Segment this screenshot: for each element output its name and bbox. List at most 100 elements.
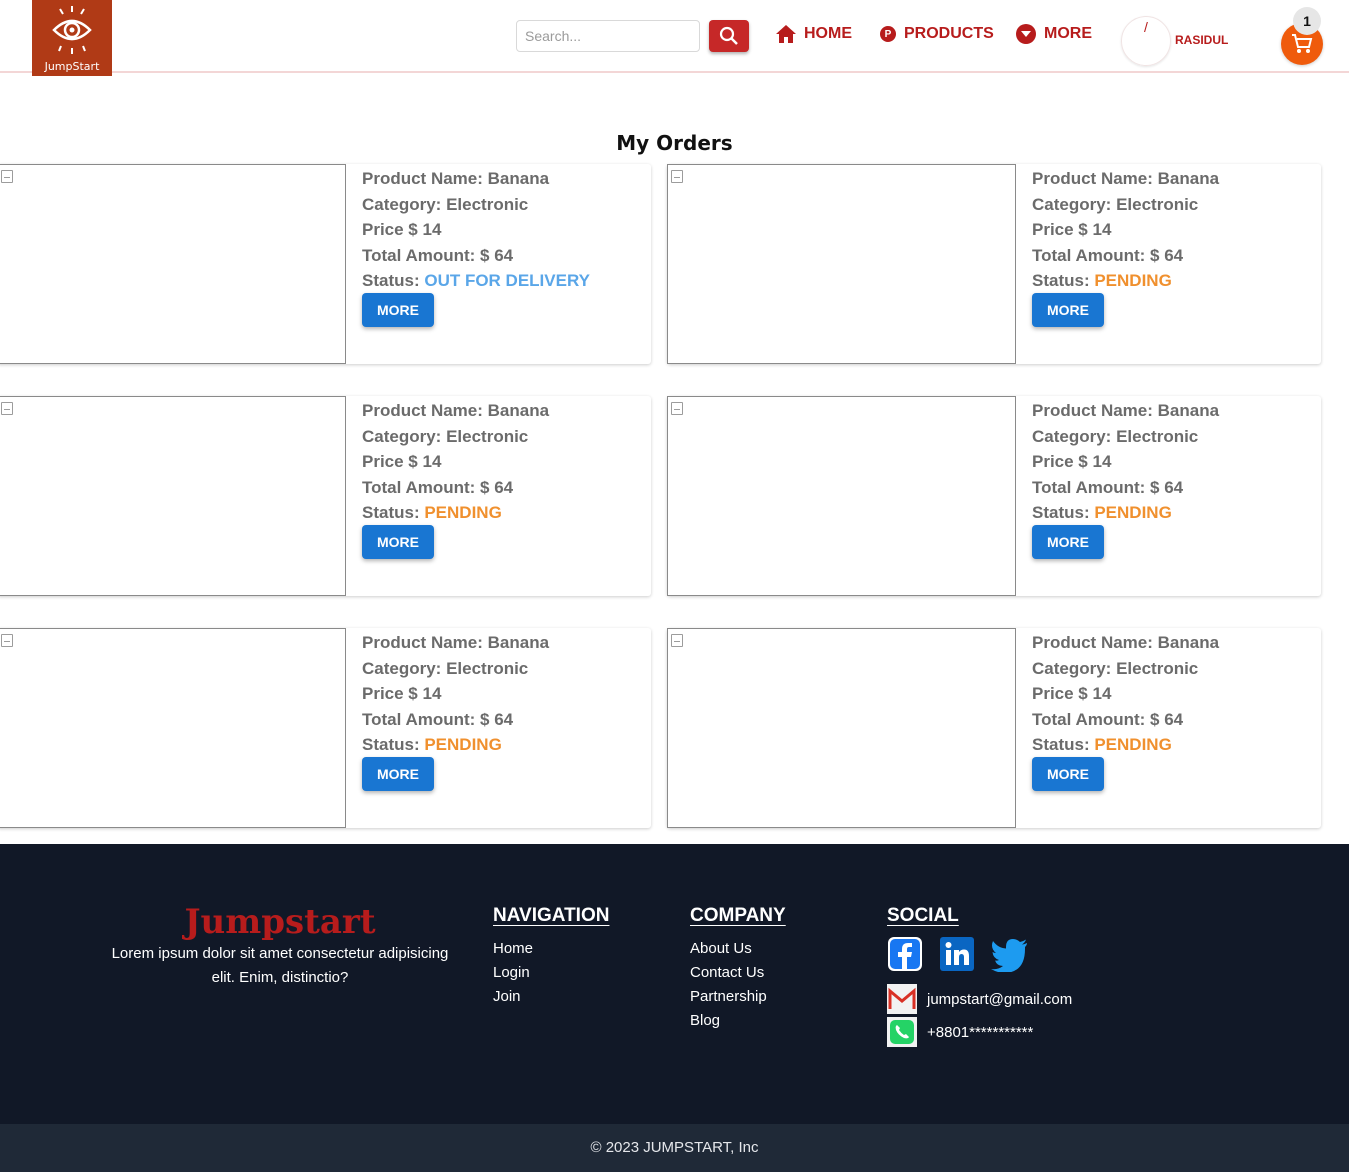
total-amount: Total Amount: $ 64: [362, 709, 514, 729]
product-name: Product Name: Banana: [1032, 401, 1220, 420]
cart-count-badge: 1: [1293, 7, 1321, 35]
facebook-icon[interactable]: [887, 936, 923, 972]
linkedin-icon[interactable]: [939, 936, 975, 972]
product-name: Product Name: Banana: [362, 633, 550, 652]
product-name: Product Name: Banana: [362, 169, 550, 188]
product-category: Category: Electronic: [1032, 426, 1199, 446]
order-status: Status: OUT FOR DELIVERY: [362, 268, 590, 294]
whatsapp-phone-icon: [887, 1017, 917, 1047]
order-card: Product Name: Banana Category: Electroni…: [0, 164, 651, 364]
nav-more[interactable]: MORE: [1016, 22, 1092, 46]
nav-products-label: PRODUCTS: [904, 25, 994, 42]
product-image: [667, 396, 1016, 596]
status-label: Status:: [362, 271, 425, 291]
total-amount: Total Amount: $ 64: [1032, 709, 1184, 729]
footer: Jumpstart Lorem ipsum dolor sit amet con…: [0, 844, 1349, 1124]
dropdown-icon: [1016, 24, 1036, 44]
order-details: Product Name: Banana Category: Electroni…: [1032, 630, 1219, 758]
order-status: Status: PENDING: [362, 500, 549, 526]
product-price: Price $ 14: [362, 684, 442, 704]
status-value: OUT FOR DELIVERY: [424, 271, 590, 291]
status-label: Status:: [1032, 735, 1095, 755]
cart-icon: [1292, 34, 1313, 53]
nav-products[interactable]: P PRODUCTS: [880, 22, 994, 46]
avatar[interactable]: /: [1121, 16, 1171, 66]
footer-link-blog[interactable]: Blog: [690, 1009, 767, 1033]
total-amount: Total Amount: $ 64: [362, 245, 514, 265]
status-label: Status:: [362, 503, 425, 523]
product-name: Product Name: Banana: [362, 401, 550, 420]
nav-home[interactable]: HOME: [776, 22, 852, 46]
total-amount: Total Amount: $ 64: [362, 477, 514, 497]
footer-link-contact[interactable]: Contact Us: [690, 961, 767, 985]
status-label: Status:: [1032, 503, 1095, 523]
footer-link-login[interactable]: Login: [493, 961, 533, 985]
footer-link-partnership[interactable]: Partnership: [690, 985, 767, 1009]
product-price: Price $ 14: [1032, 684, 1112, 704]
broken-image-icon: [1, 634, 13, 647]
phone-contact[interactable]: +8801***********: [887, 1017, 1033, 1047]
navigation-links: Home Login Join: [493, 937, 533, 1009]
social-icons: [887, 936, 1029, 972]
product-price: Price $ 14: [1032, 220, 1112, 240]
twitter-icon[interactable]: [991, 936, 1029, 972]
products-icon: P: [880, 26, 896, 42]
product-name: Product Name: Banana: [1032, 633, 1220, 652]
order-card: Product Name: Banana Category: Electroni…: [0, 396, 651, 596]
order-card: Product Name: Banana Category: Electroni…: [667, 164, 1321, 364]
more-button[interactable]: MORE: [362, 293, 434, 327]
order-details: Product Name: Banana Category: Electroni…: [1032, 398, 1219, 526]
footer-link-about[interactable]: About Us: [690, 937, 767, 961]
search-icon: [719, 26, 738, 45]
page-title: My Orders: [616, 131, 733, 155]
total-amount: Total Amount: $ 64: [1032, 245, 1184, 265]
footer-brand: Jumpstart: [184, 902, 376, 942]
broken-image-icon: [1, 170, 13, 183]
order-details: Product Name: Banana Category: Electroni…: [362, 166, 590, 294]
company-heading: COMPANY: [690, 905, 786, 926]
footer-link-join[interactable]: Join: [493, 985, 533, 1009]
total-amount: Total Amount: $ 64: [1032, 477, 1184, 497]
product-price: Price $ 14: [362, 220, 442, 240]
username[interactable]: RASIDUL: [1175, 33, 1228, 47]
status-value: PENDING: [424, 503, 502, 523]
product-price: Price $ 14: [1032, 452, 1112, 472]
more-button[interactable]: MORE: [1032, 525, 1104, 559]
search-input[interactable]: [516, 20, 700, 52]
status-value: PENDING: [1094, 735, 1172, 755]
footer-link-home[interactable]: Home: [493, 937, 533, 961]
status-label: Status:: [362, 735, 425, 755]
phone-text: +8801***********: [927, 1023, 1034, 1041]
more-button[interactable]: MORE: [1032, 757, 1104, 791]
logo-text: JumpStart: [44, 60, 100, 73]
top-navbar: JumpStart HOME P PRODUCTS MORE / RASIDUL: [0, 0, 1349, 76]
product-category: Category: Electronic: [1032, 658, 1199, 678]
product-category: Category: Electronic: [362, 194, 529, 214]
product-image: [667, 628, 1016, 828]
order-details: Product Name: Banana Category: Electroni…: [362, 630, 549, 758]
status-value: PENDING: [424, 735, 502, 755]
broken-image-icon: [671, 402, 683, 415]
more-button[interactable]: MORE: [362, 525, 434, 559]
product-name: Product Name: Banana: [1032, 169, 1220, 188]
more-button[interactable]: MORE: [362, 757, 434, 791]
product-category: Category: Electronic: [362, 426, 529, 446]
email-text: jumpstart@gmail.com: [927, 990, 1073, 1008]
logo[interactable]: JumpStart: [32, 0, 112, 76]
order-card: Product Name: Banana Category: Electroni…: [667, 628, 1321, 828]
order-details: Product Name: Banana Category: Electroni…: [362, 398, 549, 526]
more-button[interactable]: MORE: [1032, 293, 1104, 327]
broken-image-icon: [1, 402, 13, 415]
social-heading: SOCIAL: [887, 905, 959, 926]
email-contact[interactable]: jumpstart@gmail.com: [887, 984, 1072, 1014]
order-card: Product Name: Banana Category: Electroni…: [0, 628, 651, 828]
status-value: PENDING: [1094, 271, 1172, 291]
gmail-icon: [887, 984, 917, 1014]
nav-home-label: HOME: [804, 25, 852, 42]
navigation-heading: NAVIGATION: [493, 905, 610, 926]
copyright: © 2023 JUMPSTART, Inc: [0, 1124, 1349, 1172]
order-status: Status: PENDING: [362, 732, 549, 758]
footer-description: Lorem ipsum dolor sit amet consectetur a…: [111, 945, 449, 986]
search-button[interactable]: [709, 20, 749, 52]
broken-image-icon: [671, 170, 683, 183]
